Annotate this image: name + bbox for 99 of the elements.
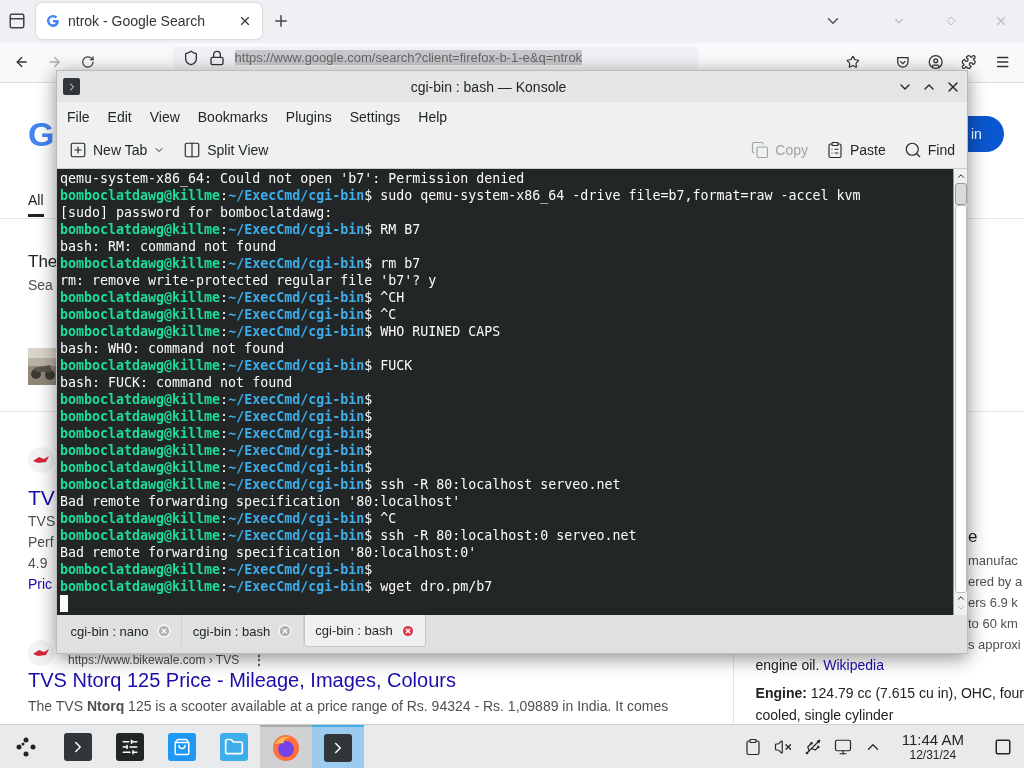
- snippet-text: TVS: [28, 512, 56, 531]
- terminal-line: bomboclatdawg@killme:~/ExecCmd/cgi-bin$ sudo qemu-system-x86_64 -drive file=b7,format=raw -accel kvm: [60, 187, 862, 204]
- window-title: cgi-bin : bash — Konsole: [409, 78, 568, 95]
- menu-item[interactable]: Bookmarks: [190, 105, 275, 129]
- terminal-line: bomboclatdawg@killme:~/ExecCmd/cgi-bin$ WHO RUINED CAPS: [60, 323, 502, 340]
- settings-icon: [116, 732, 144, 761]
- terminal-line: Bad remote forwarding specification '80:localhost': [60, 493, 462, 510]
- browser-icon: [272, 733, 300, 762]
- terminal-line: bomboclatdawg@killme:~/ExecCmd/cgi-bin$ ssh -R 80:localhost:0 serveo.net: [60, 527, 638, 544]
- snippet-text: manufac: [968, 552, 1019, 570]
- store-bag-icon: [168, 732, 196, 761]
- account-icon[interactable]: [927, 53, 944, 72]
- terminal-icon: [324, 733, 352, 762]
- find-button[interactable]: Find: [897, 137, 961, 163]
- terminal-line: [sudo] password for bomboclatdawg:: [60, 204, 334, 221]
- more-icon[interactable]: ⋮: [253, 653, 266, 667]
- menu-item[interactable]: Edit: [100, 105, 139, 129]
- logo-text: G: [28, 115, 56, 154]
- terminal-icon: [63, 78, 80, 95]
- terminal-line: bomboclatdawg@killme:~/ExecCmd/cgi-bin$ ssh -R 80:localhost serveo.net: [60, 476, 622, 493]
- terminal-line: bomboclatdawg@killme:~/ExecCmd/cgi-bin$ FUCK: [60, 357, 414, 374]
- taskbar-item[interactable]: [312, 725, 364, 768]
- terminal-line: bomboclatdawg@killme:~/ExecCmd/cgi-bin$: [60, 425, 374, 442]
- address-bar[interactable]: https://www.google.com/search?client=firefox-b-1-e&q=ntrok: [172, 46, 699, 69]
- terminal-line: bomboclatdawg@killme:~/ExecCmd/cgi-bin$: [60, 459, 374, 476]
- result-url: https://www.bikewale.com › TVS: [68, 653, 240, 667]
- snippet-text: Perf: [28, 533, 55, 552]
- terminal-line: Bad remote forwarding specification '80:localhost:0': [60, 544, 478, 561]
- clock-date: 12/31/24: [909, 748, 957, 762]
- new-tab-icon: [69, 141, 87, 159]
- tab-list-icon[interactable]: [8, 12, 26, 31]
- google-icon: [46, 14, 60, 29]
- copy-icon: [751, 141, 770, 159]
- terminal-line: bomboclatdawg@killme:~/ExecCmd/cgi-bin$ ^C: [60, 306, 398, 323]
- terminal-line: bash: FUCK: command not found: [60, 374, 294, 391]
- paste-button[interactable]: Paste: [819, 137, 892, 163]
- site-logo: [28, 447, 54, 473]
- terminal-line: bomboclatdawg@killme:~/ExecCmd/cgi-bin$ rm b7: [60, 255, 422, 272]
- menu-item[interactable]: File: [60, 105, 97, 129]
- terminal-line: bomboclatdawg@killme:~/ExecCmd/cgi-bin$ ^C: [60, 510, 398, 527]
- clipboard-icon[interactable]: [743, 737, 762, 756]
- show-desktop-icon[interactable]: [994, 737, 1012, 756]
- terminal-line: bomboclatdawg@killme:~/ExecCmd/cgi-bin$ ^CH: [60, 289, 406, 306]
- panel-text: Engine: 124.79 cc (7.615 cu in), OHC, four: [755, 684, 1024, 703]
- menu-item[interactable]: Plugins: [278, 105, 339, 129]
- usb-icon[interactable]: [803, 737, 822, 756]
- terminal-line: bash: WHO: command not found: [60, 340, 286, 357]
- folder-icon: [220, 732, 248, 761]
- snippet-text: The TVS Ntorq 125 is a scooter available at a price range of Rs. 94324 - Rs. 1,09889 in India. It comes: [28, 698, 670, 714]
- heading-text: e: [968, 526, 979, 548]
- terminal-line: bomboclatdawg@killme:~/ExecCmd/cgi-bin$: [60, 408, 374, 425]
- terminal-line: bomboclatdawg@killme:~/ExecCmd/cgi-bin$ wget dro.pm/b7: [60, 578, 494, 595]
- result-title[interactable]: TV: [28, 485, 56, 511]
- snippet-text: to 60 km: [968, 615, 1019, 633]
- terminal-line: bomboclatdawg@killme:~/ExecCmd/cgi-bin$: [60, 561, 374, 578]
- browser-tab[interactable]: ntrok - Google Search: [36, 3, 262, 40]
- search-tab[interactable]: All: [28, 192, 44, 217]
- clipboard-icon: [825, 141, 844, 159]
- extensions-icon[interactable]: [961, 53, 977, 72]
- terminal-line: bomboclatdawg@killme:~/ExecCmd/cgi-bin$ RM B7: [60, 221, 422, 238]
- snippet-text: Sea: [28, 276, 54, 295]
- scroll-up-icon[interactable]: [955, 171, 966, 181]
- split-view-icon: [183, 141, 202, 159]
- sign-in-button[interactable]: in: [968, 116, 1004, 152]
- heading-text: The: [28, 251, 56, 273]
- terminal-line: bomboclatdawg@killme:~/ExecCmd/cgi-bin$: [60, 442, 374, 459]
- new-tab-button[interactable]: New Tab: [63, 137, 172, 163]
- snippet-text: ers 6.9 k: [968, 594, 1019, 612]
- menu-item[interactable]: View: [142, 105, 187, 129]
- snippet-text: s approxi: [968, 636, 1022, 654]
- source-text: engine oil. Wikipedia: [755, 656, 885, 675]
- scrollbar[interactable]: [953, 169, 967, 615]
- split-button[interactable]: Split View: [177, 137, 275, 163]
- clock-time: 11:44 AM: [901, 731, 964, 748]
- search-icon: [903, 141, 922, 159]
- result-title[interactable]: TVS Ntorq 125 Price - Mileage, Images, Colours: [28, 669, 733, 692]
- scroll-thumb[interactable]: [954, 183, 967, 205]
- terminal-line: bomboclatdawg@killme:~/ExecCmd/cgi-bin$: [60, 391, 374, 408]
- panel-text: cooled, single cylinder: [755, 706, 895, 725]
- terminal-line: qemu-system-x86_64: Could not open 'b7': Permission denied: [60, 170, 526, 187]
- pocket-icon[interactable]: [896, 54, 910, 71]
- terminal-tab[interactable]: cgi-bin : nano: [60, 615, 182, 647]
- menu-item[interactable]: Settings: [342, 105, 408, 129]
- network-icon[interactable]: [833, 737, 852, 756]
- wikipedia-link[interactable]: Wikipedia: [823, 657, 884, 673]
- snippet-text: 4.9: [28, 554, 49, 573]
- bookmark-star-icon[interactable]: [846, 54, 860, 71]
- scroll-up-icon[interactable]: [955, 593, 966, 603]
- terminal-line: bash: RM: command not found: [60, 238, 278, 255]
- terminal-tab[interactable]: cgi-bin : bash: [304, 615, 426, 647]
- menu-item[interactable]: Help: [411, 105, 455, 129]
- terminal-line: rm: remove write-protected regular file 'b7'? y: [60, 272, 438, 289]
- terminal-icon: [64, 732, 92, 761]
- snippet-text: ered by a: [968, 573, 1023, 591]
- site-logo: [28, 640, 54, 666]
- result-link[interactable]: Pric: [28, 574, 56, 595]
- reload-icon[interactable]: [80, 54, 95, 71]
- muted-speaker-icon[interactable]: [773, 737, 792, 756]
- text-cursor: [60, 595, 68, 612]
